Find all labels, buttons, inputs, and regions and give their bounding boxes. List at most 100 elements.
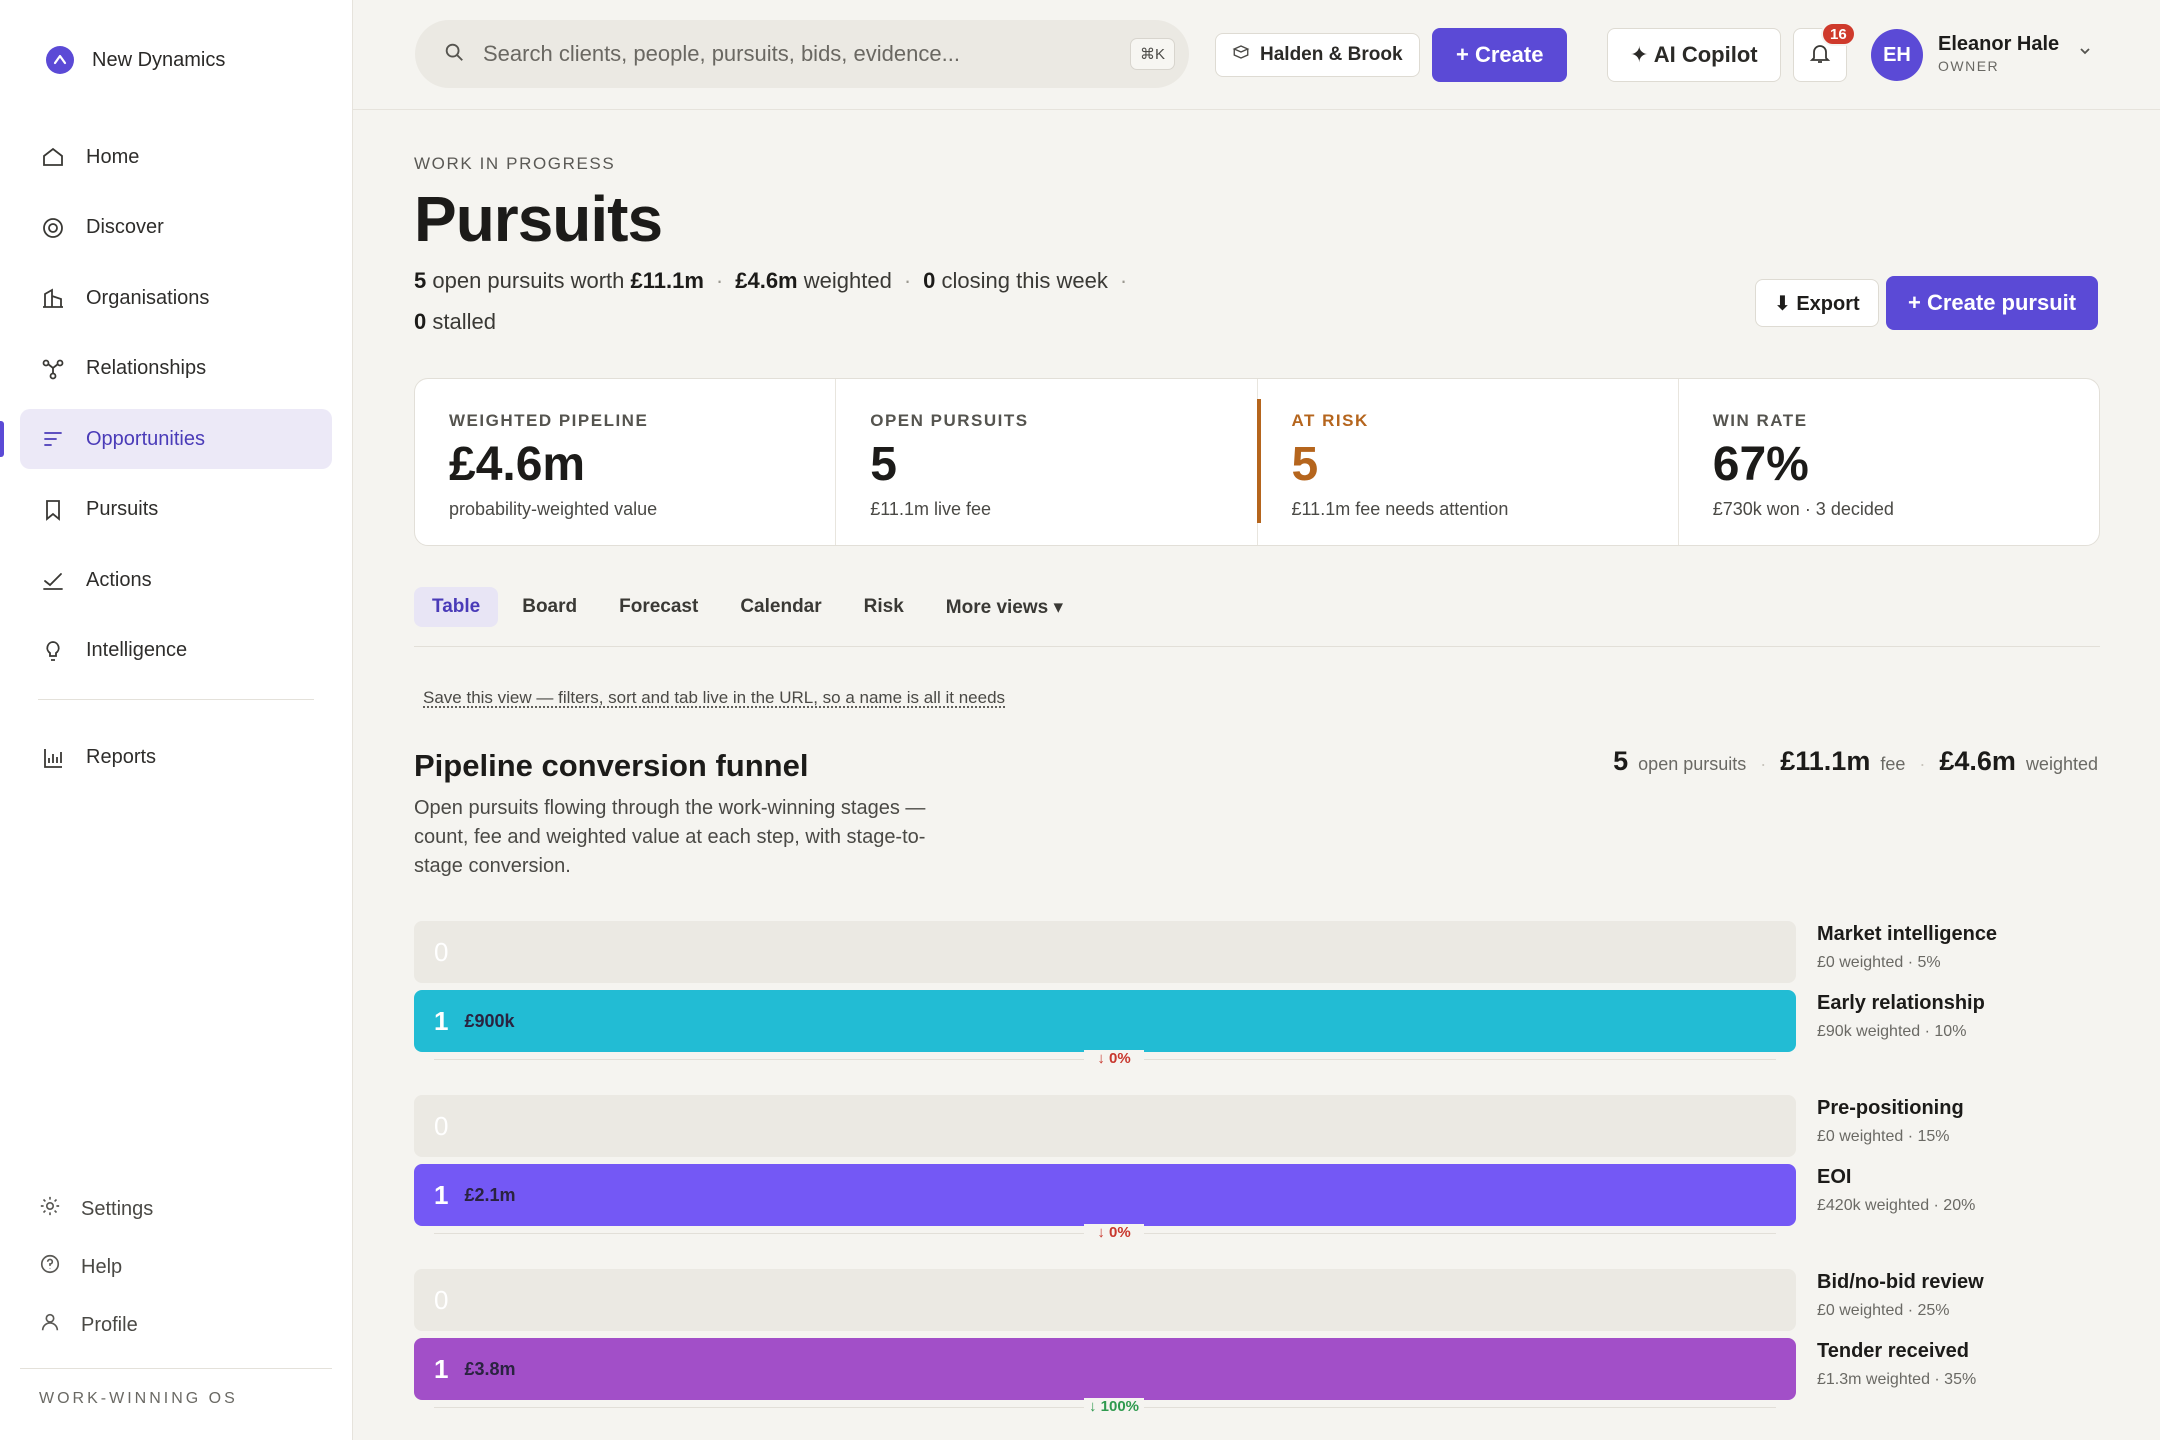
funnel-stage-meta: £420k weighted · 20% xyxy=(1817,1197,1976,1214)
funnel-stage-name: Bid/no-bid review xyxy=(1817,1271,1984,1293)
funnel-bar-fee: £3.8m xyxy=(464,1358,516,1379)
sidebar-item-label: Pursuits xyxy=(86,498,159,520)
funnel-bar[interactable]: 1 £3.8m xyxy=(414,1338,1796,1400)
funnel-open-count: 5 xyxy=(1613,746,1629,776)
tab-calendar[interactable]: Calendar xyxy=(722,587,839,627)
sidebar-item-settings[interactable]: Settings xyxy=(20,1180,332,1238)
summary-closing-count: 0 xyxy=(923,268,936,293)
summary-open-count: 5 xyxy=(414,268,427,293)
funnel-bar[interactable]: 0 xyxy=(414,1269,1796,1331)
funnel-bar[interactable]: 1 £2.1m xyxy=(414,1164,1796,1226)
summary-open-value: £11.1m xyxy=(630,268,704,293)
sidebar: New Dynamics Home Discover Organisations… xyxy=(0,0,353,1440)
kpi-label: AT RISK xyxy=(1291,411,1369,430)
sidebar-item-label: Actions xyxy=(86,568,152,591)
sidebar-item-pursuits[interactable]: Pursuits xyxy=(20,480,332,540)
search-placeholder: Search clients, people, pursuits, bids, … xyxy=(483,41,960,66)
kpi-weighted-pipeline[interactable]: WEIGHTED PIPELINE £4.6m probability-weig… xyxy=(415,379,837,545)
kpi-label: WIN RATE xyxy=(1712,411,1808,430)
sidebar-item-actions[interactable]: Actions xyxy=(20,550,332,610)
funnel-bar[interactable]: 0 xyxy=(414,1095,1796,1157)
sidebar-item-organisations[interactable]: Organisations xyxy=(20,268,332,328)
create-pursuit-button[interactable]: + Create pursuit xyxy=(1886,276,2099,330)
page-summary: 5 open pursuits worth £11.1m · £4.6m weigh… xyxy=(414,268,1128,334)
search-icon xyxy=(443,41,465,68)
sidebar-item-discover[interactable]: Discover xyxy=(20,198,332,258)
conversion-rate: ↓ 0% xyxy=(1084,1224,1144,1241)
gear-icon xyxy=(39,1195,61,1223)
tab-more-views[interactable]: More views ▾ xyxy=(928,587,1081,627)
tab-board[interactable]: Board xyxy=(504,587,595,627)
search-input[interactable]: Search clients, people, pursuits, bids, … xyxy=(415,20,1189,88)
sidebar-item-label: Opportunities xyxy=(86,427,205,450)
funnel-bar[interactable]: 1 £900k xyxy=(414,990,1796,1052)
sidebar-item-profile[interactable]: Profile xyxy=(20,1296,332,1354)
logo-icon xyxy=(46,46,74,74)
sidebar-item-label: Help xyxy=(81,1255,123,1278)
bar-chart-icon xyxy=(40,745,66,771)
funnel-weighted-label: weighted xyxy=(2025,754,2098,774)
tab-risk[interactable]: Risk xyxy=(846,587,922,627)
kpi-open-pursuits[interactable]: OPEN PURSUITS 5 £11.1m live fee xyxy=(836,379,1258,545)
user-name[interactable]: Eleanor Hale xyxy=(1938,33,2059,56)
summary-open-text: open pursuits worth xyxy=(432,268,625,293)
workspace-switcher[interactable]: Halden & Brook xyxy=(1215,33,1420,77)
avatar[interactable]: EH xyxy=(1871,29,1923,81)
export-button[interactable]: ⬇ Export xyxy=(1755,279,1879,327)
home-icon xyxy=(40,144,66,170)
sidebar-item-reports[interactable]: Reports xyxy=(20,728,332,788)
sidebar-item-label: Organisations xyxy=(86,286,210,309)
funnel-stage-meta: £0 weighted · 15% xyxy=(1817,1128,1950,1145)
funnel-bar[interactable]: 0 xyxy=(414,921,1796,983)
sidebar-item-label: Settings xyxy=(81,1197,154,1220)
funnel-bar-count: 1 xyxy=(434,1179,449,1210)
save-view-link[interactable]: Save this view — filters, sort and tab l… xyxy=(423,688,1005,708)
help-icon xyxy=(39,1253,61,1281)
sidebar-item-home[interactable]: Home xyxy=(20,127,332,187)
list-icon xyxy=(40,426,66,452)
create-button[interactable]: + Create xyxy=(1432,28,1568,82)
funnel-weighted-value: £4.6m xyxy=(1939,746,2016,776)
kpi-sub: probability-weighted value xyxy=(449,499,658,519)
summary-stalled-text: stalled xyxy=(432,309,496,334)
funnel-stage-name: Pre-positioning xyxy=(1817,1097,1964,1119)
sidebar-item-label: Relationships xyxy=(86,357,207,379)
ai-copilot-button[interactable]: ✦ AI Copilot xyxy=(1607,28,1781,82)
funnel-stage-name: EOI xyxy=(1817,1166,1852,1188)
kpi-strip: WEIGHTED PIPELINE £4.6m probability-weig… xyxy=(414,378,2100,546)
funnel-stage-meta: £1.3m weighted · 35% xyxy=(1817,1371,1977,1388)
conversion-rate: ↓ 0% xyxy=(1084,1050,1144,1067)
view-tabs: Table Board Forecast Calendar Risk More … xyxy=(414,587,2100,647)
sidebar-item-opportunities[interactable]: Opportunities xyxy=(0,409,332,469)
discover-icon xyxy=(40,215,66,241)
sidebar-item-relationships[interactable]: Relationships xyxy=(20,339,332,399)
summary-weighted-value: £4.6m xyxy=(735,268,798,293)
kpi-sub: £11.1m live fee xyxy=(870,499,991,519)
main-nav: Home Discover Organisations Relationship… xyxy=(0,127,332,798)
sidebar-item-label: Discover xyxy=(86,216,164,238)
page-eyebrow: WORK IN PROGRESS xyxy=(414,154,616,173)
funnel-fee-value: £11.1m xyxy=(1780,746,1871,776)
bookmark-icon xyxy=(40,497,66,523)
tab-table[interactable]: Table xyxy=(414,587,499,627)
sidebar-item-intelligence[interactable]: Intelligence xyxy=(20,621,332,681)
app-name: New Dynamics xyxy=(92,48,226,71)
brand[interactable]: New Dynamics xyxy=(46,46,225,74)
tab-forecast[interactable]: Forecast xyxy=(601,587,716,627)
sidebar-item-help[interactable]: Help xyxy=(20,1238,332,1296)
chevron-down-icon[interactable] xyxy=(2078,44,2092,63)
kpi-sub: £730k won · 3 decided xyxy=(1712,499,1894,519)
kpi-at-risk[interactable]: AT RISK 5 £11.1m fee needs attention xyxy=(1256,379,1679,545)
user-icon xyxy=(39,1311,61,1339)
building-icon xyxy=(40,285,66,311)
funnel-description: Open pursuits flowing through the work-w… xyxy=(414,797,926,877)
search-shortcut: ⌘K xyxy=(1129,38,1175,70)
kpi-win-rate[interactable]: WIN RATE 67% £730k won · 3 decided xyxy=(1679,379,2099,545)
kpi-label: OPEN PURSUITS xyxy=(870,411,1029,430)
footer-nav: Settings Help Profile xyxy=(20,1180,332,1354)
footer-label: WORK-WINNING OS xyxy=(39,1390,238,1407)
funnel-bar-count: 1 xyxy=(434,1005,449,1036)
topbar: Search clients, people, pursuits, bids, … xyxy=(353,0,2160,110)
sidebar-item-label: Profile xyxy=(81,1313,138,1336)
funnel-bar-count: 1 xyxy=(434,1353,449,1384)
